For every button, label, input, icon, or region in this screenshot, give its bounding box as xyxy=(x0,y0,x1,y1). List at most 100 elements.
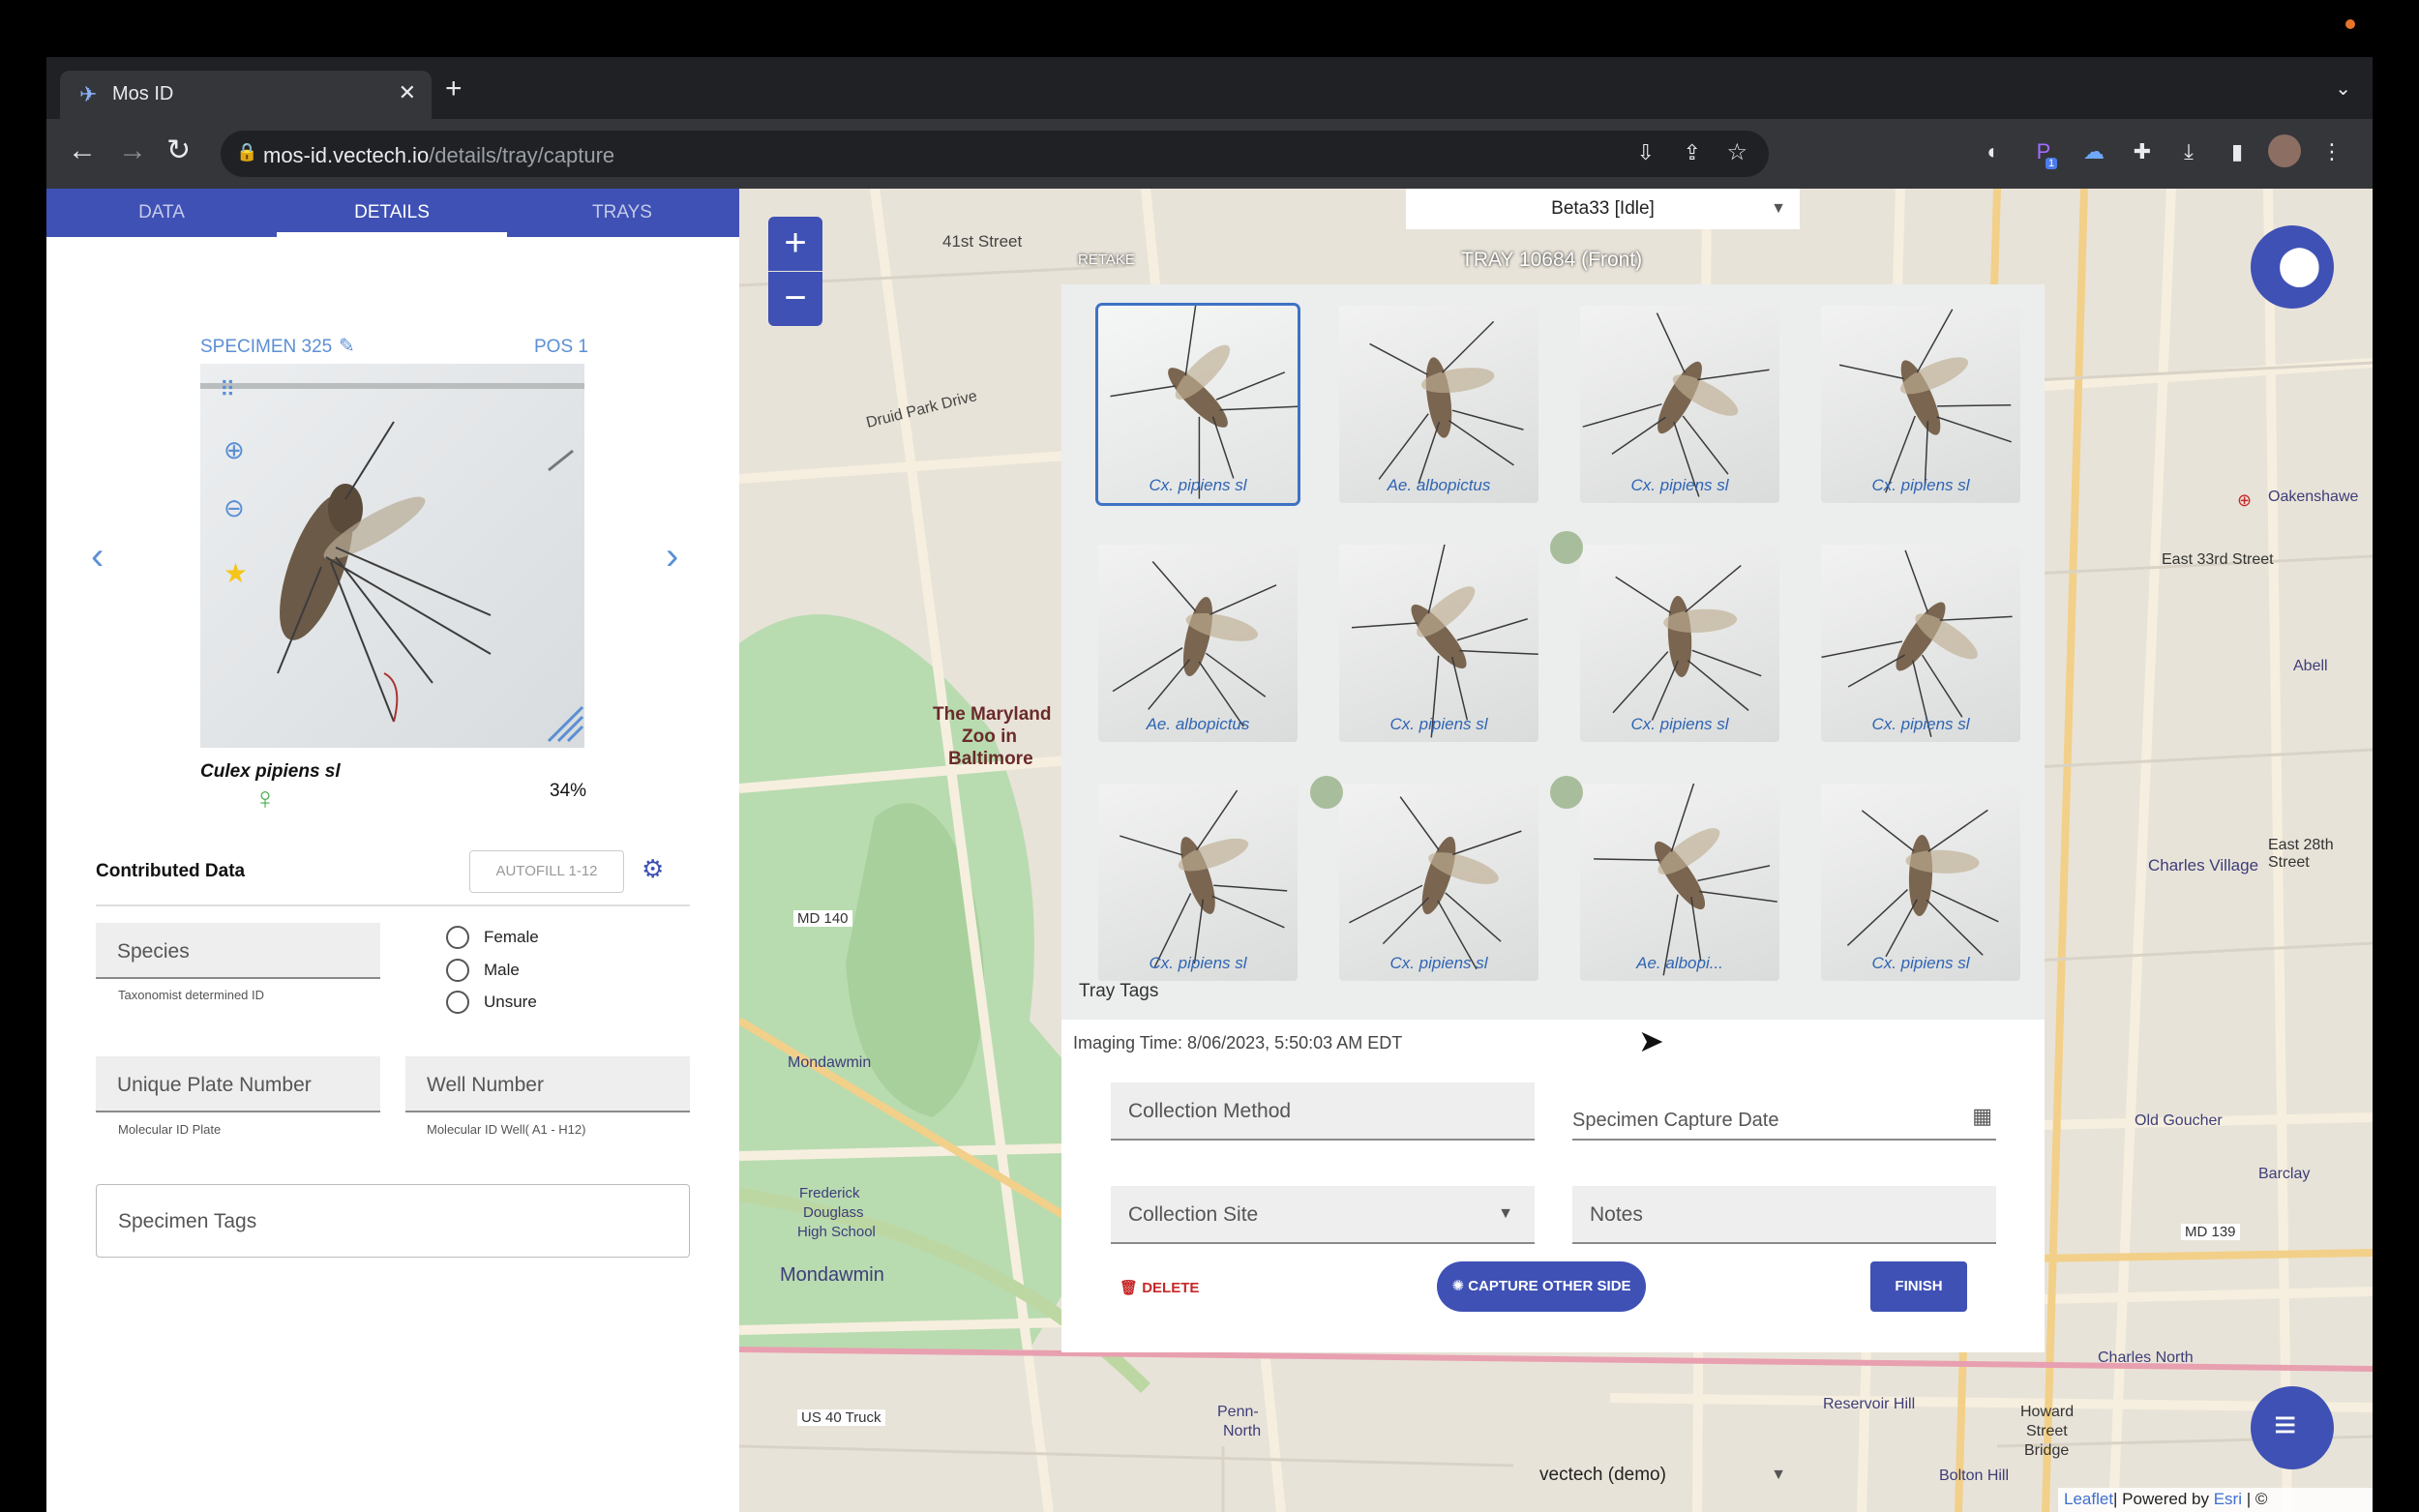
org-select[interactable]: vectech (demo) ▼ xyxy=(1406,1455,1800,1496)
species-input-label: Species xyxy=(117,940,190,963)
tray-cell[interactable]: Ae. albopi... xyxy=(1580,782,1779,981)
tray-cell[interactable]: Cx. pipiens sl xyxy=(1821,545,2020,742)
delete-button[interactable]: 🗑 DELETE xyxy=(1120,1279,1199,1296)
map-label: High School xyxy=(797,1224,876,1240)
calendar-icon[interactable]: ▦ xyxy=(1972,1104,1992,1129)
capture-other-side-label: CAPTURE OTHER SIDE xyxy=(1468,1278,1631,1294)
radio-male-label: Male xyxy=(484,961,520,979)
extension-cloud-icon[interactable]: ☁ xyxy=(2080,138,2107,165)
tray-cell-label: Ae. albopi... xyxy=(1636,954,1723,972)
address-bar[interactable]: 🔒 mos-id.vectech.io/details/tray/capture… xyxy=(221,131,1769,177)
tray-cell-label: Cx. pipiens sl xyxy=(1871,954,1970,972)
menu-fab[interactable]: ≡ xyxy=(2251,1386,2334,1469)
tray-cell-label: Cx. pipiens sl xyxy=(1871,715,1970,733)
zoom-in-button[interactable]: + xyxy=(768,217,822,271)
well-number-input[interactable]: Well Number xyxy=(405,1056,690,1112)
edit-pencil-icon[interactable]: ✎ xyxy=(339,334,355,358)
url-host: mos-id.vectech.io xyxy=(263,143,430,167)
autofill-button[interactable]: AUTOFILL 1-12 xyxy=(469,850,624,893)
tray-cell[interactable]: Ae. albopictus xyxy=(1339,306,1538,503)
plate-number-input[interactable]: Unique Plate Number xyxy=(96,1056,380,1112)
tray-cell[interactable]: Cx. pipiens sl xyxy=(1821,784,2020,981)
drag-handle-icon[interactable]: ⠿ xyxy=(220,377,235,402)
notes-input[interactable]: Notes xyxy=(1572,1186,1996,1244)
tray-cell[interactable]: Cx. pipiens sl xyxy=(1095,303,1300,506)
extension-shield-icon[interactable]: ◐ xyxy=(1980,138,2007,165)
tray-cell[interactable]: Ae. albopictus xyxy=(1098,545,1298,742)
leaflet-link[interactable]: Leaflet xyxy=(2064,1490,2113,1508)
browser-tab[interactable]: ✈ Mos ID ✕ xyxy=(60,71,432,119)
share-icon[interactable]: ⇪ xyxy=(1684,140,1701,165)
dropdown-arrow-icon: ▼ xyxy=(1771,200,1786,217)
nav-tabs: DATA DETAILS TRAYS xyxy=(46,189,739,237)
tray-marker-dot xyxy=(1550,776,1583,809)
extension-badge: 1 xyxy=(2046,158,2058,169)
map-label: The Maryland xyxy=(933,704,1052,725)
download-icon[interactable]: ⤓ xyxy=(2175,138,2202,165)
forward-arrow-icon[interactable]: → xyxy=(118,136,147,165)
extensions-puzzle-icon[interactable]: ✚ xyxy=(2129,138,2156,165)
tray-cell-label: Cx. pipiens sl xyxy=(1149,476,1247,494)
more-menu-icon[interactable]: ⋮ xyxy=(2318,138,2345,165)
favorite-star-icon[interactable]: ★ xyxy=(224,557,248,589)
divider xyxy=(96,904,690,906)
install-app-icon[interactable]: ⇩ xyxy=(1637,140,1655,165)
radio-unsure[interactable] xyxy=(446,991,469,1014)
zoom-out-button[interactable]: − xyxy=(768,272,822,326)
tray-cell[interactable]: Cx. pipiens sl xyxy=(1339,784,1538,981)
mouse-cursor-icon: ➤ xyxy=(1638,1023,1664,1058)
tray-marker-dot xyxy=(1550,531,1583,564)
map-label: Mondawmin xyxy=(788,1054,872,1071)
bookmark-star-icon[interactable]: ☆ xyxy=(1726,138,1747,166)
mosquito-specimen-icon xyxy=(1110,304,1299,499)
recording-indicator xyxy=(2345,19,2355,29)
previous-chevron-icon[interactable]: ‹ xyxy=(91,535,104,578)
tray-cell-label: Cx. pipiens sl xyxy=(1389,715,1488,733)
species-name: Culex pipiens sl xyxy=(200,761,341,782)
chevron-down-icon[interactable]: ⌄ xyxy=(2335,76,2351,101)
specimen-tags-input[interactable]: Specimen Tags xyxy=(96,1184,690,1258)
capture-other-side-button[interactable]: ✺ CAPTURE OTHER SIDE xyxy=(1437,1261,1646,1312)
tab-data[interactable]: DATA xyxy=(46,189,277,237)
collection-method-input[interactable]: Collection Method xyxy=(1111,1082,1535,1141)
location-fab[interactable]: ⬤ xyxy=(2251,225,2334,309)
map-label: Penn- xyxy=(1217,1404,1259,1420)
tray-cell[interactable]: Cx. pipiens sl xyxy=(1339,543,1538,742)
close-icon[interactable]: ✕ xyxy=(399,80,416,105)
tray-cell[interactable]: Cx. pipiens sl xyxy=(1580,306,1779,503)
map-label: Douglass xyxy=(803,1204,864,1221)
map-label: Oakenshawe xyxy=(2268,489,2359,505)
device-select[interactable]: Beta33 [Idle] ▼ xyxy=(1406,189,1800,229)
tray-image[interactable]: Cx. pipiens sl Ae. albopictus Cx. pipiens … xyxy=(1061,284,2045,1020)
tab-details[interactable]: DETAILS xyxy=(277,189,507,237)
reload-icon[interactable]: ↻ xyxy=(166,136,191,165)
map-label: Howard xyxy=(2020,1404,2075,1420)
radio-male[interactable] xyxy=(446,959,469,982)
next-chevron-icon[interactable]: › xyxy=(666,535,678,578)
retake-button[interactable]: RETAKE xyxy=(1078,252,1135,268)
contributed-data-heading: Contributed Data xyxy=(96,861,246,881)
mosquito-specimen-icon xyxy=(1846,809,1999,958)
mosquito-favicon-icon: ✈ xyxy=(79,82,98,106)
species-input[interactable]: Species xyxy=(96,923,380,979)
side-panel-icon[interactable]: ▮ xyxy=(2224,138,2251,165)
back-arrow-icon[interactable]: ← xyxy=(68,136,97,165)
profile-avatar[interactable] xyxy=(2268,134,2301,167)
tray-cell[interactable]: Cx. pipiens sl xyxy=(1580,545,1779,742)
tray-cell[interactable]: Cx. pipiens sl xyxy=(1821,306,2020,503)
new-tab-icon[interactable]: + xyxy=(445,74,463,104)
mosquito-specimen-icon xyxy=(1369,320,1524,485)
zoom-in-icon[interactable]: ⊕ xyxy=(224,435,245,465)
browser-tab-strip: ✈ Mos ID ✕ + ⌄ xyxy=(46,57,2373,119)
specimen-image[interactable]: ⠿ ⊕ ⊖ ★ xyxy=(200,364,584,748)
tray-cell[interactable]: Cx. pipiens sl xyxy=(1098,784,1298,981)
collection-site-select[interactable]: Collection Site ▼ xyxy=(1111,1186,1535,1244)
zoom-out-icon[interactable]: ⊖ xyxy=(224,493,245,523)
gear-icon[interactable]: ⚙ xyxy=(642,854,664,884)
finish-button[interactable]: FINISH xyxy=(1870,1261,1967,1312)
org-select-value: vectech (demo) xyxy=(1539,1465,1666,1485)
capture-date-input[interactable]: Specimen Capture Date ▦ xyxy=(1572,1082,1996,1141)
radio-female[interactable] xyxy=(446,926,469,949)
esri-link[interactable]: Esri xyxy=(2214,1490,2242,1508)
tab-trays[interactable]: TRAYS xyxy=(507,189,737,237)
